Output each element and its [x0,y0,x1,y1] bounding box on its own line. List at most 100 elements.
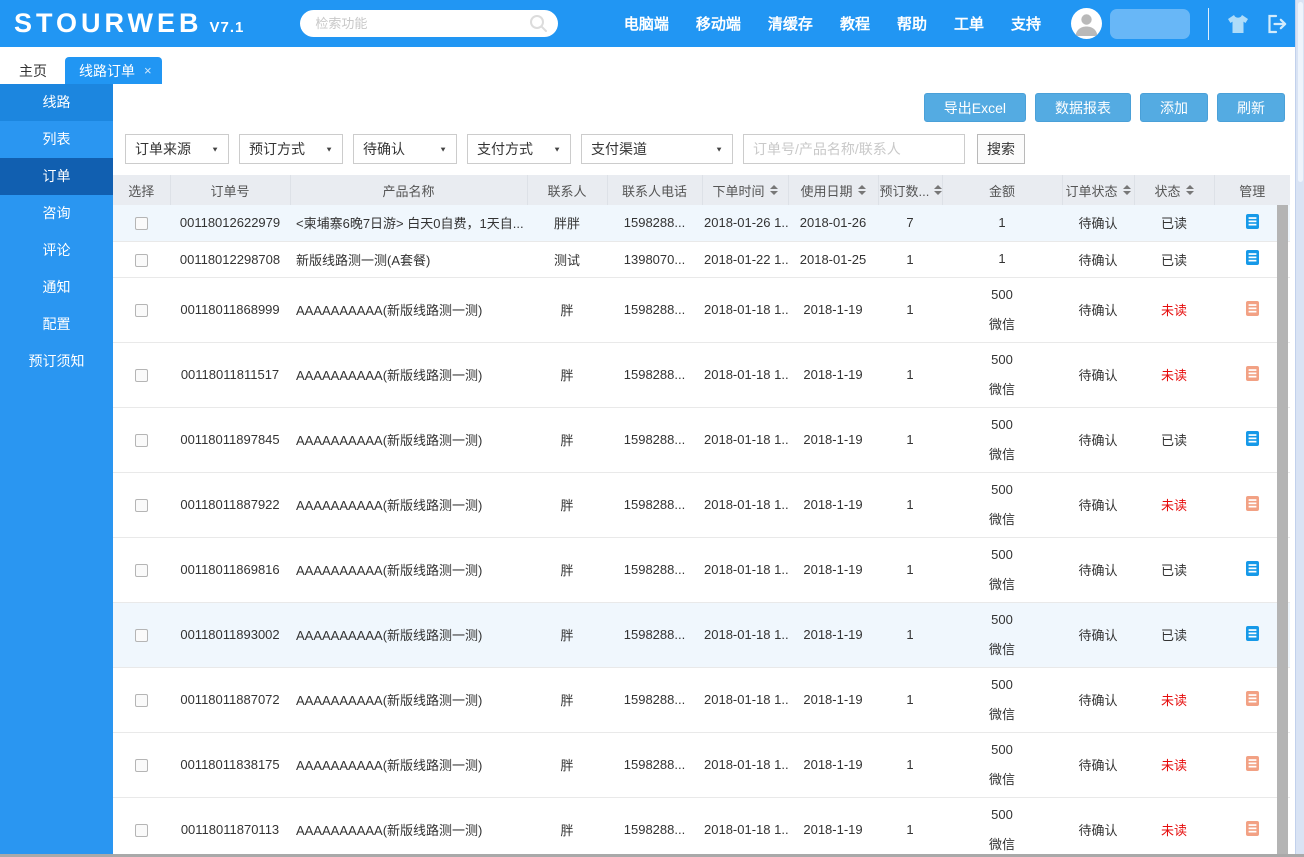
topmenu-item-pc[interactable]: 电脑端 [624,13,669,34]
order-detail-icon[interactable] [1245,300,1260,317]
row-checkbox[interactable] [135,759,148,773]
sidebar-item-config[interactable]: 配置 [0,306,113,343]
order-detail-icon[interactable] [1245,430,1260,447]
filter-confirm-status[interactable]: 待确认 ▼ [353,134,457,164]
tab-home[interactable]: 主页 [6,57,60,84]
global-search [300,10,559,37]
logout-icon[interactable] [1267,14,1288,34]
col-header-7[interactable]: 预订数... [877,175,943,205]
page-scrollbar[interactable] [1295,0,1304,857]
col-header-11: 管理 [1213,175,1290,205]
sidebar-item-list[interactable]: 列表 [0,121,113,158]
topmenu-item-help[interactable]: 帮助 [897,13,927,34]
order-detail-icon[interactable] [1245,560,1260,577]
filter-pay-method[interactable]: 支付方式 ▼ [467,134,571,164]
order-number: 00118011893002 [170,602,290,668]
sidebar-item-notice[interactable]: 通知 [0,269,113,306]
page-scrollbar-thumb[interactable] [1297,2,1303,182]
row-checkbox[interactable] [135,253,148,267]
order-detail-icon[interactable] [1245,249,1260,266]
col-header-9[interactable]: 订单状态 [1061,175,1134,205]
sort-icon[interactable] [1122,185,1131,195]
sort-icon[interactable] [857,185,866,195]
contact-phone: 1598288... [607,602,702,668]
sidebar-item-inquiry[interactable]: 咨询 [0,195,113,232]
sidebar: 线路 列表 订单 咨询 评论 通知 配置 预订须知 [0,84,113,857]
avatar[interactable] [1071,8,1102,39]
tab-close-icon[interactable]: × [144,64,152,77]
contact-phone: 1398070... [607,241,702,278]
filter-pay-channel[interactable]: 支付渠道 ▼ [581,134,733,164]
amount-cell: 500 微信 [942,407,1062,473]
amount: 1 [998,214,1006,230]
order-detail-icon[interactable] [1245,820,1260,837]
order-detail-icon[interactable] [1245,495,1260,512]
add-button[interactable]: 添加 [1140,93,1208,122]
topmenu-item-mobile[interactable]: 移动端 [696,13,741,34]
topmenu-item-work-order[interactable]: 工单 [954,13,984,34]
search-button[interactable]: 搜索 [977,134,1025,164]
row-checkbox[interactable] [135,564,148,578]
order-number: 00118011838175 [170,732,290,798]
contact-phone: 1598288... [607,732,702,798]
product-name: AAAAAAAAAA(新版线路测一测) [290,732,527,798]
username-redacted [1110,8,1190,39]
sidebar-item-comments[interactable]: 评论 [0,232,113,269]
topmenu-item-support[interactable]: 支持 [1011,13,1041,34]
sort-icon[interactable] [769,185,778,195]
row-checkbox[interactable] [135,499,148,513]
row-checkbox[interactable] [135,369,148,383]
col-header-10[interactable]: 状态 [1133,175,1214,205]
product-name: 新版线路测一测(A套餐) [290,241,527,278]
topmenu-item-clear-cache[interactable]: 清缓存 [768,13,813,34]
order-time: 2018-01-22 1... [702,241,788,278]
order-time: 2018-01-18 1... [702,342,788,408]
export-excel-button[interactable]: 导出Excel [923,93,1026,122]
keyword-input[interactable] [743,134,965,164]
row-checkbox[interactable] [135,824,148,838]
booking-qty: 7 [878,205,942,242]
sort-icon[interactable] [1185,185,1194,195]
order-status: 待确认 [1062,205,1134,242]
order-row: 00118011870113 AAAAAAAAAA(新版线路测一测) 胖 159828… [113,797,1290,857]
sort-icon[interactable] [934,185,943,195]
tab-line-orders[interactable]: 线路订单 × [65,57,162,84]
amount-cell: 500 微信 [942,732,1062,798]
topmenu-item-tutorial[interactable]: 教程 [840,13,870,34]
col-header-6[interactable]: 使用日期 [787,175,878,205]
row-checkbox[interactable] [135,304,148,318]
order-detail-icon[interactable] [1245,365,1260,382]
amount: 500 [991,351,1013,367]
order-detail-icon[interactable] [1245,625,1260,642]
theme-shirt-icon[interactable] [1227,14,1249,34]
global-search-input[interactable] [313,15,530,32]
filter-order-source[interactable]: 订单来源 ▼ [125,134,229,164]
sidebar-item-orders[interactable]: 订单 [0,158,113,195]
row-checkbox[interactable] [135,629,148,643]
col-header-5[interactable]: 下单时间 [701,175,788,205]
refresh-button[interactable]: 刷新 [1217,93,1285,122]
amount-cell: 500 微信 [942,342,1062,408]
col-header-2: 产品名称 [289,175,527,205]
sidebar-item-lines[interactable]: 线路 [0,84,113,121]
amount: 500 [991,611,1013,627]
booking-qty: 1 [878,407,942,473]
data-report-button[interactable]: 数据报表 [1035,93,1131,122]
top-menu: 电脑端 移动端 清缓存 教程 帮助 工单 支持 [624,13,1041,34]
table-scrollbar[interactable] [1277,205,1288,857]
row-checkbox[interactable] [135,434,148,448]
order-status: 待确认 [1062,241,1134,278]
order-detail-icon[interactable] [1245,690,1260,707]
row-checkbox[interactable] [135,694,148,708]
product-name: AAAAAAAAAA(新版线路测一测) [290,537,527,603]
product-name: AAAAAAAAAA(新版线路测一测) [290,472,527,538]
product-name: AAAAAAAAAA(新版线路测一测) [290,797,527,857]
sidebar-item-booking-notes[interactable]: 预订须知 [0,343,113,380]
table-scrollbar-thumb[interactable] [1277,205,1288,857]
order-detail-icon[interactable] [1245,213,1260,230]
order-row: 00118011811517 AAAAAAAAAA(新版线路测一测) 胖 159828… [113,342,1290,408]
row-checkbox[interactable] [135,217,148,231]
filter-booking-method[interactable]: 预订方式 ▼ [239,134,343,164]
order-detail-icon[interactable] [1245,755,1260,772]
contact-phone: 1598288... [607,277,702,343]
